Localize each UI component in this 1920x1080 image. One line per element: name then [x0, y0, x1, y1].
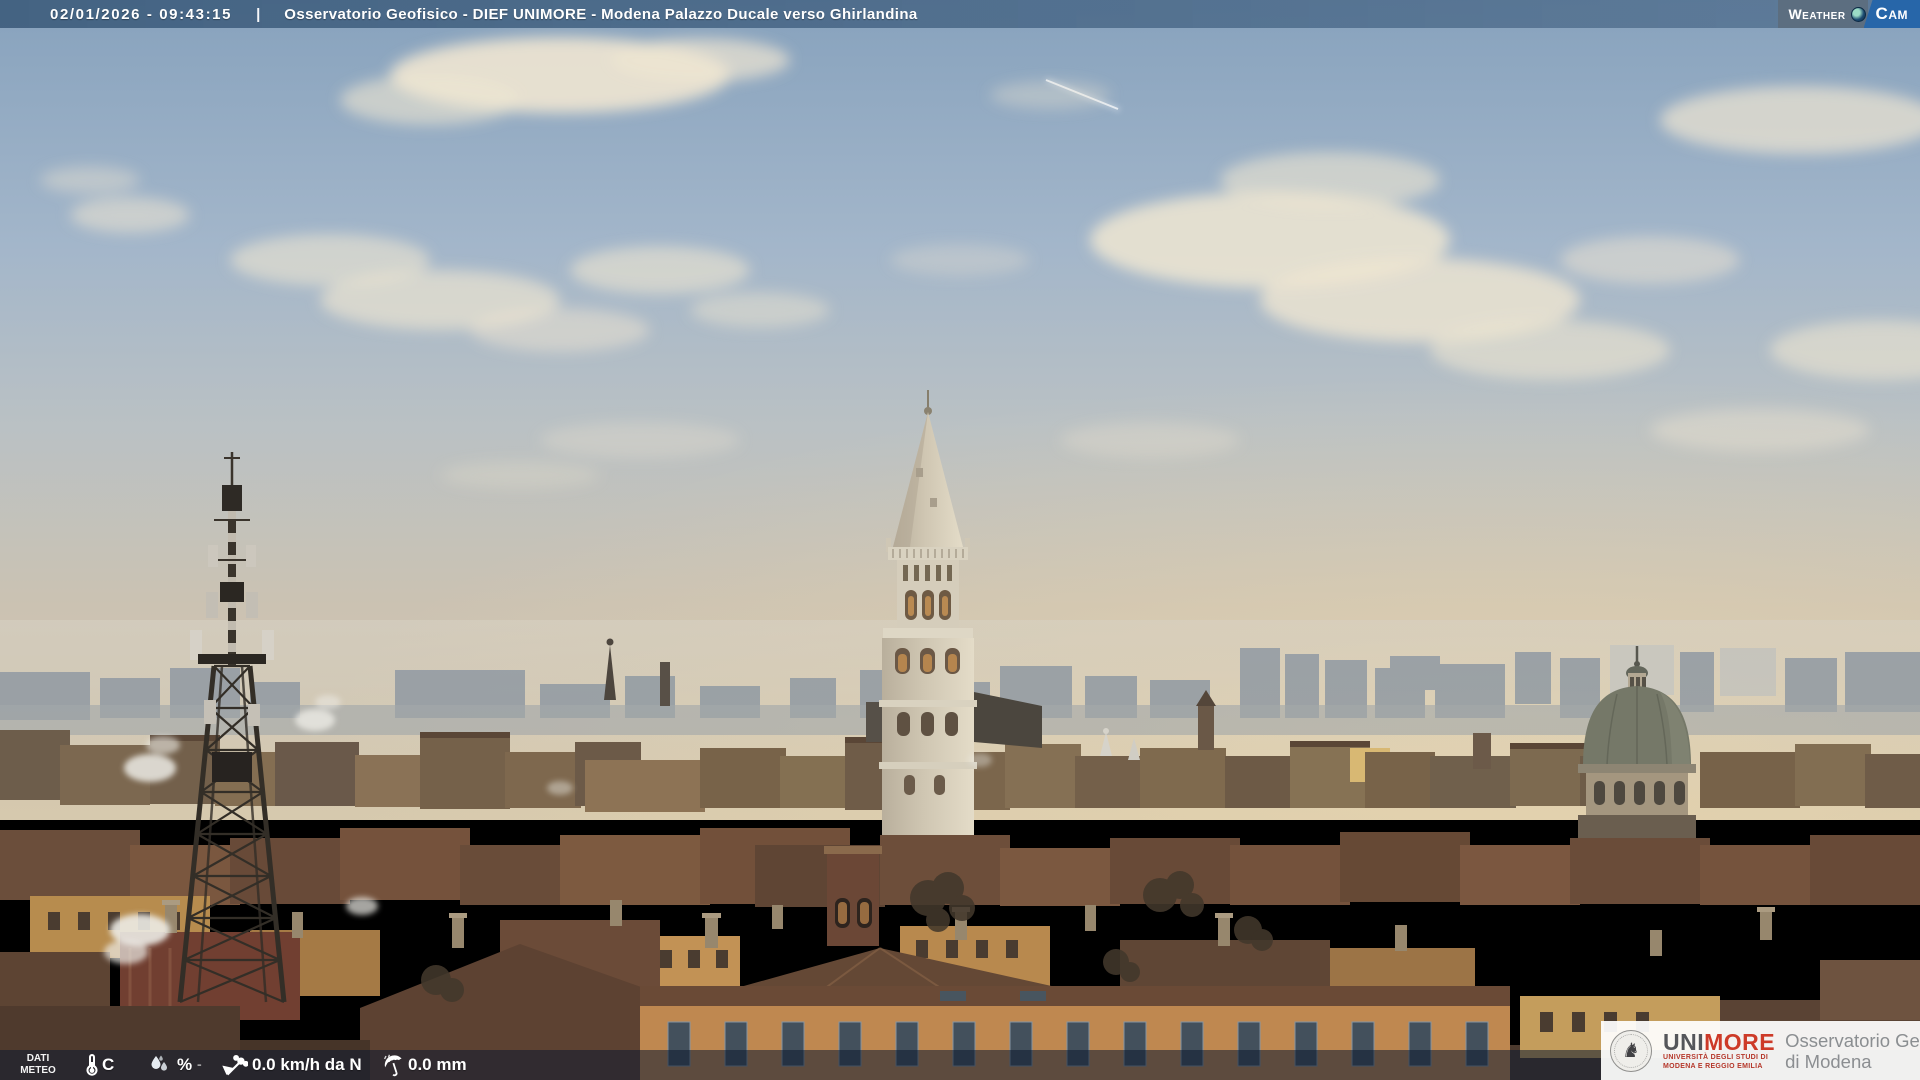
top-bar: 02/01/2026 - 09:43:15 | Osservatorio Geo…	[0, 0, 1920, 28]
camera-lens-icon	[1848, 0, 1868, 28]
unimore-seal-icon: ♞	[1610, 1029, 1652, 1072]
webcam-photo	[0, 0, 1920, 1080]
meteo-line: METEO	[20, 1065, 56, 1076]
observatory-name: Osservatorio Geofisico di Modena	[1785, 1030, 1920, 1072]
rain-icon	[382, 1053, 406, 1077]
page-title: Osservatorio Geofisico - DIEF UNIMORE - …	[284, 5, 918, 23]
weathercam-cam-label: Cam	[1863, 0, 1920, 28]
weathercam-logo[interactable]: Weather Cam	[1778, 0, 1920, 28]
thermometer-icon	[80, 1053, 104, 1077]
university-line2: MODENA E REGGIO EMILIA	[1663, 1062, 1763, 1070]
university-line1: UNIVERSITÀ DEGLI STUDI DI	[1663, 1054, 1769, 1061]
unimore-wordmark: UNIMORE UNIVERSITÀ DEGLI STUDI DI MODENA…	[1663, 1030, 1775, 1071]
timestamp: 02/01/2026 - 09:43:15	[50, 5, 233, 23]
separator: |	[256, 5, 261, 23]
humidity-icon	[147, 1053, 171, 1077]
rain-value: 0.0 mm	[408, 1055, 467, 1074]
weathercam-weather-label: Weather	[1778, 0, 1849, 28]
wind-icon	[222, 1053, 248, 1077]
unimore-logo-panel[interactable]: ♞ UNIMORE UNIVERSITÀ DEGLI STUDI DI MODE…	[1601, 1021, 1920, 1080]
wind-value: 0.0 km/h da N	[252, 1055, 362, 1074]
brand-uni: UNI	[1663, 1029, 1705, 1055]
webcam-view: 02/01/2026 - 09:43:15 | Osservatorio Geo…	[0, 0, 1920, 1080]
observatory-line1: Osservatorio Geofisico	[1785, 1029, 1920, 1051]
dati-line: DATI	[26, 1053, 50, 1064]
temperature-unit: C	[102, 1055, 115, 1074]
missing-value-dash: -	[197, 1056, 202, 1072]
humidity-unit: %	[177, 1055, 193, 1074]
observatory-line2: di Modena	[1785, 1050, 1872, 1072]
dati-meteo-label: DATI METEO	[12, 1053, 64, 1077]
brand-more: MORE	[1704, 1029, 1776, 1055]
